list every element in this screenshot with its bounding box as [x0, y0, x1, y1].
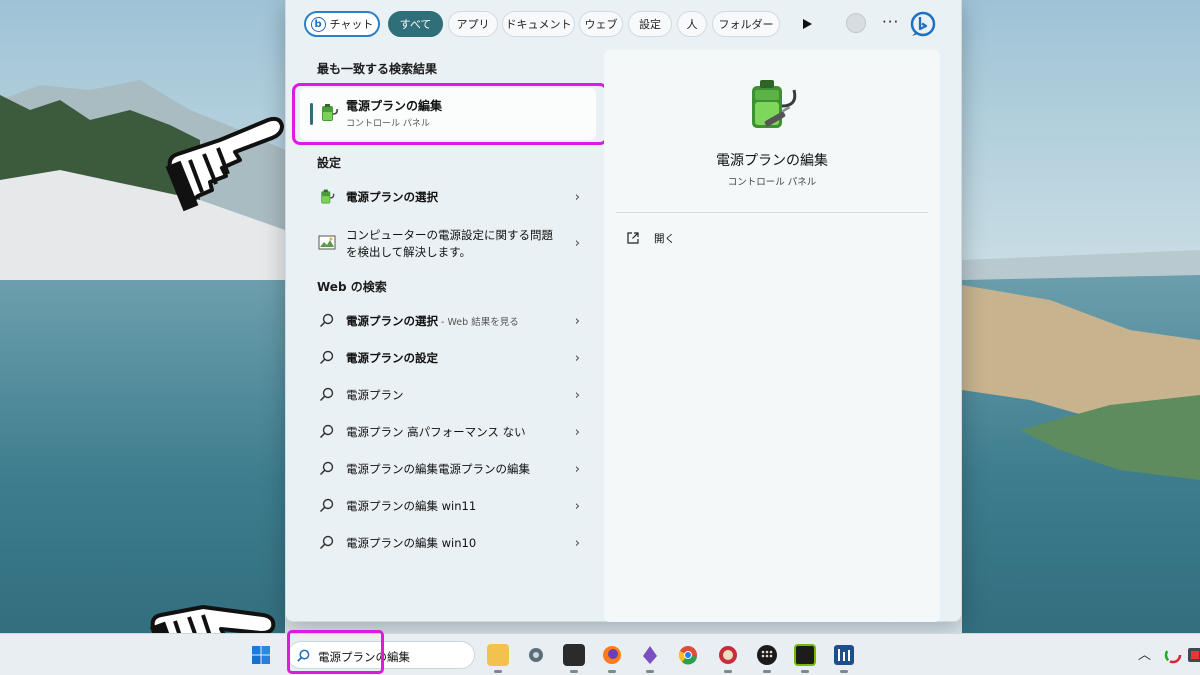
running-indicator [801, 670, 809, 673]
tab-web[interactable]: ウェブ [579, 11, 623, 37]
search-icon [319, 535, 334, 550]
chevron-right-icon: › [574, 388, 580, 403]
running-indicator [646, 670, 654, 673]
taskbar: 電源プランの編集 ︿ [0, 633, 1200, 675]
web-result-item[interactable]: 電源プランの設定 › [310, 343, 592, 373]
tab-apps[interactable]: アプリ [448, 11, 498, 37]
web-query: 電源プランの編集 win11 [346, 499, 477, 513]
chevron-right-icon: › [574, 351, 580, 366]
web-search-heading: Web の検索 [317, 280, 387, 294]
chevron-right-icon: › [574, 536, 580, 551]
settings-item-label: 電源プランの選択 [346, 190, 438, 204]
web-query: 電源プランの選択 [346, 314, 438, 328]
nvidia-icon[interactable] [794, 644, 816, 666]
web-result-item[interactable]: 電源プランの選択 - Web 結果を見る › [310, 306, 592, 336]
troubleshoot-icon [318, 235, 336, 250]
web-query: 電源プラン [346, 388, 404, 402]
best-match-heading: 最も一致する検索結果 [317, 62, 438, 76]
power-plan-icon [321, 189, 335, 204]
search-panel: b チャット すべて アプリ ドキュメント ウェブ 設定 人 フォルダー ···… [285, 0, 962, 622]
chat-button[interactable]: b チャット [304, 11, 380, 37]
web-result-item[interactable]: 電源プランの編集 win11 › [310, 491, 592, 521]
settings-item-power-plan-select[interactable]: 電源プランの選択 › [310, 182, 592, 212]
search-icon [319, 424, 334, 439]
settings-item-line1: コンピューターの電源設定に関する問題 [346, 228, 553, 242]
open-external-icon [627, 232, 639, 244]
chat-label: チャット [329, 18, 374, 31]
tab-all[interactable]: すべて [388, 11, 443, 37]
running-indicator [608, 670, 616, 673]
running-indicator [840, 670, 848, 673]
open-action[interactable]: 開く [626, 228, 826, 252]
running-indicator [570, 670, 578, 673]
red-app-icon[interactable] [717, 644, 739, 666]
running-indicator [724, 670, 732, 673]
chevron-up-icon[interactable]: ︿ [1138, 644, 1151, 663]
search-icon [319, 387, 334, 402]
web-query: 電源プランの編集電源プランの編集 [346, 462, 530, 476]
settings-item-line2: を検出して解決します。 [346, 245, 472, 259]
search-icon [319, 313, 334, 328]
tray-app-icon[interactable] [1186, 646, 1200, 664]
file-explorer-icon[interactable] [487, 644, 509, 666]
settings-item-label: コンピューターの電源設定に関する問題 を検出して解決します。 [346, 227, 553, 261]
color-app-icon[interactable] [1164, 646, 1182, 664]
preview-pane: 電源プランの編集 コントロール パネル 開く [604, 50, 940, 622]
search-icon [319, 498, 334, 513]
tab-documents[interactable]: ドキュメント [502, 11, 575, 37]
web-result-item[interactable]: 電源プランの編集電源プランの編集 › [310, 454, 592, 484]
open-label: 開く [654, 233, 675, 245]
monitor-app-icon[interactable] [833, 644, 855, 666]
search-icon [319, 461, 334, 476]
search-icon [319, 350, 334, 365]
chevron-right-icon: › [574, 314, 580, 329]
chevron-right-icon: › [574, 425, 580, 440]
pointing-hand-icon [165, 116, 284, 212]
power-plan-icon [752, 80, 797, 128]
chrome-icon[interactable] [677, 644, 699, 666]
settings-item-power-troubleshoot[interactable]: コンピューターの電源設定に関する問題 を検出して解決します。 › [310, 222, 592, 266]
calculator-icon[interactable] [756, 644, 778, 666]
filter-bar: b チャット すべて アプリ ドキュメント ウェブ 設定 人 フォルダー ··· [286, 8, 963, 40]
web-result-item[interactable]: 電源プランの編集 win10 › [310, 528, 592, 558]
firefox-icon[interactable] [601, 644, 623, 666]
tab-folders[interactable]: フォルダー [712, 11, 780, 37]
avatar[interactable] [846, 13, 866, 33]
settings-gear-icon[interactable] [525, 644, 547, 666]
more-options-icon[interactable]: ··· [882, 13, 899, 31]
bing-icon[interactable] [909, 10, 937, 38]
web-result-item[interactable]: 電源プラン › [310, 380, 592, 410]
annotation-highlight-best-match [292, 83, 608, 145]
chevron-right-icon: › [574, 462, 580, 477]
purple-app-icon[interactable] [639, 644, 661, 666]
chevron-right-icon: › [574, 190, 580, 205]
divider [616, 212, 928, 213]
web-query: 電源プランの編集 win10 [346, 536, 477, 550]
tab-people[interactable]: 人 [677, 11, 707, 37]
web-result-item[interactable]: 電源プラン 高パフォーマンス ない › [310, 417, 592, 447]
running-indicator [494, 670, 502, 673]
settings-heading: 設定 [317, 156, 342, 170]
windows-start-icon[interactable] [251, 645, 271, 665]
preview-title: 電源プランの編集 [716, 153, 828, 169]
web-query: 電源プラン 高パフォーマンス ない [346, 425, 526, 439]
play-icon[interactable] [800, 17, 814, 31]
terminal-icon[interactable] [563, 644, 585, 666]
preview-subtitle: コントロール パネル [727, 177, 817, 188]
running-indicator [763, 670, 771, 673]
annotation-highlight-search [287, 630, 384, 674]
chevron-right-icon: › [574, 499, 580, 514]
web-hint: - Web 結果を見る [438, 317, 519, 328]
tab-settings[interactable]: 設定 [628, 11, 672, 37]
bing-chat-icon: b [310, 16, 326, 32]
chevron-right-icon: › [574, 236, 580, 251]
web-query: 電源プランの設定 [346, 351, 438, 365]
